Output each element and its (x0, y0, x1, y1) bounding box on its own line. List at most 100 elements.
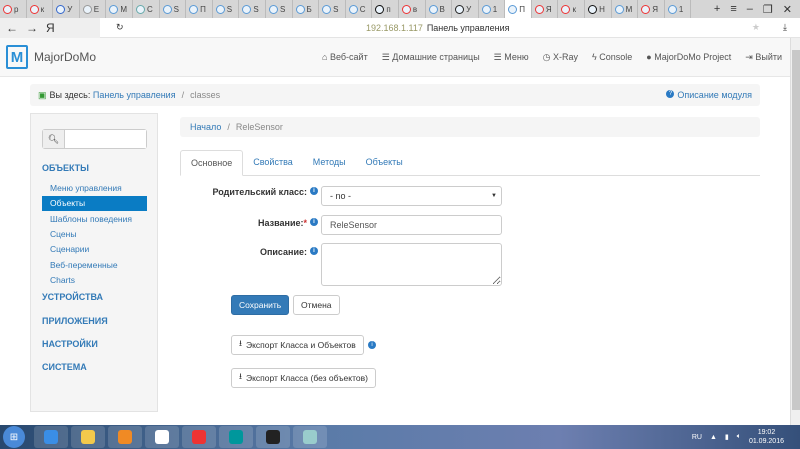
save-button[interactable]: Сохранить (231, 295, 290, 315)
search-button[interactable]: 🔍︎ (43, 130, 65, 148)
restore-icon[interactable]: ❐ (763, 3, 773, 16)
crumb-home-link[interactable]: Начало (190, 122, 221, 132)
info-icon[interactable]: i (310, 247, 318, 255)
taskbar-app-arduino[interactable] (219, 426, 253, 448)
sidebar-item[interactable]: Веб-переменные (42, 258, 147, 273)
nav-list[interactable]: ☰ Домашние страницы (382, 52, 480, 63)
download-icon[interactable]: ⤓ (770, 22, 800, 33)
sidebar-item[interactable]: Сценарии (42, 242, 147, 257)
nav-logout[interactable]: ⇥ Выйти (745, 52, 782, 63)
export-class-and-objects-button[interactable]: ⭳ Экспорт Класса и Объектов (231, 335, 364, 355)
tab-label: S (226, 4, 233, 14)
browser-tab[interactable]: У (452, 0, 479, 18)
nav-home[interactable]: ⌂ Веб-сайт (322, 52, 368, 63)
reload-icon[interactable]: ↻ (116, 22, 124, 33)
browser-tab[interactable]: п (372, 0, 399, 18)
taskbar-app-ie[interactable] (34, 426, 68, 448)
logo[interactable]: M MajorDoMo (0, 45, 96, 69)
scrollbar-thumb[interactable] (792, 50, 800, 410)
sidebar-section[interactable]: УСТРОЙСТВА (42, 292, 103, 302)
volume-icon[interactable]: 🔈︎ (737, 433, 741, 441)
breadcrumb-link-control-panel[interactable]: Панель управления (93, 90, 176, 100)
nav-clock[interactable]: ◷ X-Ray (543, 52, 578, 63)
start-button[interactable]: ⊞ (3, 426, 25, 448)
taskbar-app-yandex-browser[interactable] (182, 426, 216, 448)
nav-bolt[interactable]: ϟ Console (592, 52, 632, 63)
nav-list[interactable]: ☰ Меню (494, 52, 529, 63)
browser-tab[interactable]: С (346, 0, 373, 18)
back-icon[interactable]: ← (6, 21, 18, 35)
bookmark-star-icon[interactable]: ★ (752, 22, 760, 33)
taskbar-app-camera[interactable] (256, 426, 290, 448)
browser-tab[interactable]: 1 (479, 0, 506, 18)
sidebar-item[interactable]: Сцены (42, 227, 147, 242)
description-textarea[interactable] (321, 243, 502, 286)
sidebar-item[interactable]: Меню управления (42, 181, 147, 196)
browser-tab[interactable]: В (426, 0, 453, 18)
browser-tab[interactable]: р (0, 0, 27, 18)
browser-tab[interactable]: П (186, 0, 213, 18)
browser-tab[interactable]: Я (532, 0, 559, 18)
sidebar-section[interactable]: НАСТРОЙКИ (42, 339, 98, 349)
forward-icon[interactable]: → (26, 21, 38, 35)
sidebar-item[interactable]: Объекты (42, 196, 147, 212)
sidebar-item[interactable]: Шаблоны поведения (42, 212, 147, 227)
browser-tab[interactable]: Б (293, 0, 320, 18)
browser-tab[interactable]: к (558, 0, 586, 18)
browser-tab[interactable]: С (133, 0, 160, 18)
taskbar-app-paint[interactable] (293, 426, 327, 448)
sidebar-section[interactable]: ОБЪЕКТЫ (42, 163, 89, 173)
sidebar-item[interactable]: Charts (42, 273, 147, 288)
taskbar-app-player[interactable] (108, 426, 142, 448)
browser-tab[interactable]: Я (638, 0, 665, 18)
clock[interactable]: 19:02 01.09.2016 (749, 428, 784, 446)
chevron-down-icon: ▼ (491, 193, 497, 199)
tab-label: в (412, 4, 418, 14)
tab-favicon-icon (534, 4, 544, 14)
tab-2[interactable]: Методы (303, 150, 356, 175)
browser-tab[interactable]: E (80, 0, 107, 18)
browser-tab[interactable]: S (160, 0, 187, 18)
browser-tab[interactable]: S (213, 0, 240, 18)
new-tab-icon[interactable]: + (714, 3, 720, 16)
search-input[interactable] (65, 130, 146, 148)
close-icon[interactable]: ✕ (783, 3, 792, 16)
browser-tab[interactable]: S (319, 0, 346, 18)
browser-tab[interactable]: П (505, 0, 532, 18)
cancel-button[interactable]: Отмена (293, 295, 340, 315)
taskbar-app-explorer[interactable] (71, 426, 105, 448)
name-input[interactable] (321, 215, 502, 235)
browser-tab[interactable]: к (27, 0, 54, 18)
export-class-only-button[interactable]: ⭳ Экспорт Класса (без объектов) (231, 368, 376, 388)
tab-1[interactable]: Свойства (243, 150, 303, 175)
browser-tab[interactable]: 1 (665, 0, 692, 18)
browser-tab[interactable]: в (399, 0, 426, 18)
yandex-logo[interactable]: Я (46, 21, 55, 35)
browser-tab[interactable]: М (106, 0, 133, 18)
sidebar-section[interactable]: ПРИЛОЖЕНИЯ (42, 316, 108, 326)
nav-globe[interactable]: ● MajorDoMo Project (646, 52, 731, 63)
sidebar-section[interactable]: СИСТЕМА (42, 362, 87, 372)
url-field[interactable]: ↻ 192.168.1.117 Панель управления ★ (100, 22, 770, 33)
browser-tab[interactable]: S (266, 0, 293, 18)
info-icon[interactable]: i (310, 218, 318, 226)
tab-0[interactable]: Основное (180, 150, 244, 176)
tray-expand-icon[interactable]: ▲ (710, 434, 717, 441)
content-tabs: Основное Свойства Методы Объекты (180, 150, 760, 176)
taskbar-app-yandex[interactable] (145, 426, 179, 448)
network-icon[interactable]: ▮ (725, 433, 729, 441)
tab-favicon-icon (401, 4, 411, 14)
tab-3[interactable]: Объекты (356, 150, 413, 175)
browser-tab[interactable]: S (239, 0, 266, 18)
menu-icon[interactable]: ≡ (730, 3, 736, 16)
parent-class-select[interactable]: - no - ▼ (321, 186, 502, 206)
info-icon[interactable]: i (368, 341, 376, 349)
module-help-link[interactable]: ? Описание модуля (666, 90, 752, 100)
browser-tab[interactable]: М (612, 0, 639, 18)
page-scrollbar[interactable] (790, 38, 800, 425)
browser-tab[interactable]: Н (585, 0, 612, 18)
info-icon[interactable]: i (310, 187, 318, 195)
minimize-icon[interactable]: – (747, 3, 753, 16)
language-indicator[interactable]: RU (692, 434, 702, 441)
browser-tab[interactable]: У (53, 0, 80, 18)
